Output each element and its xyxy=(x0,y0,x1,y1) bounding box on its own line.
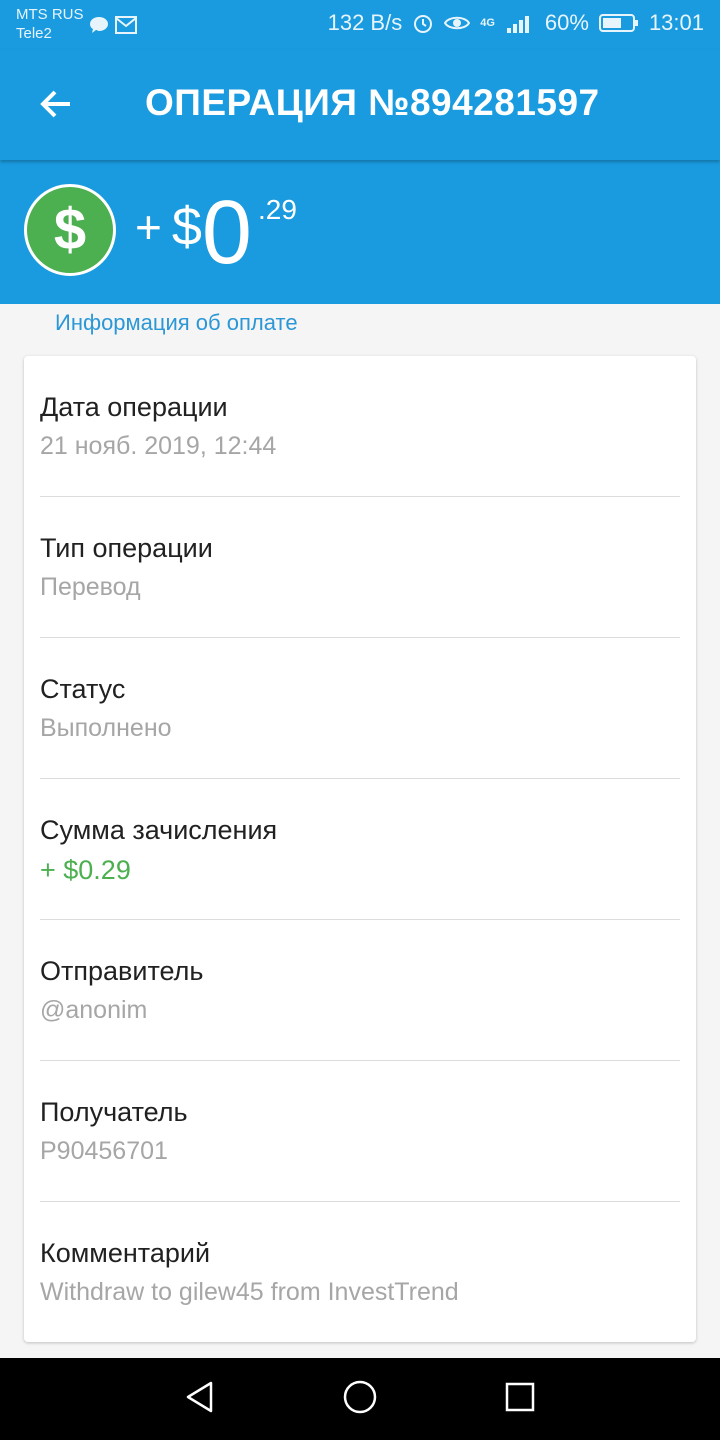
amount-integer: 0 xyxy=(201,183,252,283)
carrier-2: Tele2 xyxy=(16,25,52,42)
back-button[interactable] xyxy=(30,80,82,132)
detail-label: Получатель xyxy=(40,1097,188,1127)
amount-cents: .29 xyxy=(257,194,297,225)
arrow-back-icon xyxy=(38,86,74,127)
detail-label: Тип операции xyxy=(40,533,213,563)
amount-currency: $ xyxy=(171,197,202,257)
signal-icon xyxy=(505,12,535,34)
nav-back-button[interactable] xyxy=(180,1379,220,1419)
app-bar: ОПЕРАЦИЯ №894281597 xyxy=(0,50,720,160)
status-bar: MTS RUS Tele2 132 B/s 4G 60% 13:01 xyxy=(0,0,720,50)
eye-icon xyxy=(444,13,471,33)
battery-percent: 60% xyxy=(544,10,589,35)
section-label: Информация об оплате xyxy=(55,310,298,335)
dollar-coin-icon: $ xyxy=(24,184,116,276)
detail-value: Выполнено xyxy=(40,714,172,742)
battery-icon xyxy=(598,12,639,34)
detail-value: @anonim xyxy=(40,996,148,1024)
detail-value: P90456701 xyxy=(40,1137,168,1165)
detail-row-comment: Комментарий Withdraw to gilew45 from Inv… xyxy=(40,1202,680,1343)
detail-label: Комментарий xyxy=(40,1238,211,1268)
amount-header: $ + $ 0 .29 xyxy=(0,160,720,304)
page-title: ОПЕРАЦИЯ №894281597 xyxy=(145,82,600,123)
detail-label: Сумма зачисления xyxy=(40,815,278,845)
network-speed: 132 B/s xyxy=(327,10,403,35)
clock: 13:01 xyxy=(648,10,704,35)
detail-label: Дата операции xyxy=(40,392,228,422)
alarm-icon xyxy=(412,12,434,34)
detail-value: + $0.29 xyxy=(40,855,131,885)
detail-row-date: Дата операции 21 нояб. 2019, 12:44 xyxy=(40,356,680,497)
network-type: 4G xyxy=(480,17,495,29)
chat-icon xyxy=(88,14,110,41)
detail-row-amount: Сумма зачисления + $0.29 xyxy=(40,779,680,920)
detail-row-type: Тип операции Перевод xyxy=(40,497,680,638)
amount-display: + $ 0 .29 xyxy=(135,188,297,278)
detail-value: 21 нояб. 2019, 12:44 xyxy=(40,432,277,460)
recents-square-icon xyxy=(503,1380,537,1419)
back-triangle-icon xyxy=(183,1380,217,1419)
detail-row-status: Статус Выполнено xyxy=(40,638,680,779)
notification-icons xyxy=(88,14,138,41)
detail-value: Withdraw to gilew45 from InvestTrend xyxy=(40,1278,459,1306)
home-circle-icon xyxy=(342,1379,378,1420)
detail-value: Перевод xyxy=(40,573,141,601)
detail-row-recipient: Получатель P90456701 xyxy=(40,1061,680,1202)
detail-label: Отправитель xyxy=(40,956,204,986)
amount-sign: + xyxy=(135,201,162,253)
carrier-1: MTS RUS xyxy=(16,6,84,23)
details-card: Дата операции 21 нояб. 2019, 12:44 Тип о… xyxy=(24,356,696,1342)
carrier-info: MTS RUS Tele2 xyxy=(16,5,84,43)
status-right: 132 B/s 4G 60% 13:01 xyxy=(328,10,704,36)
navigation-bar xyxy=(0,1358,720,1440)
message-icon xyxy=(114,14,138,41)
nav-recents-button[interactable] xyxy=(500,1379,540,1419)
detail-row-sender: Отправитель @anonim xyxy=(40,920,680,1061)
nav-home-button[interactable] xyxy=(340,1379,380,1419)
detail-label: Статус xyxy=(40,674,126,704)
